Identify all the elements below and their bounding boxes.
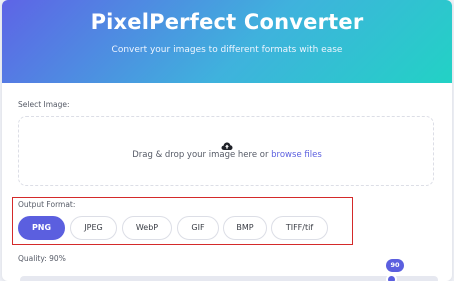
- converter-card: PixelPerfect Converter Convert your imag…: [2, 0, 452, 281]
- dropzone-text: Drag & drop your image here or browse fi…: [19, 150, 435, 160]
- format-option-tiff[interactable]: TIFF/tif: [271, 216, 328, 240]
- format-option-png[interactable]: PNG: [18, 216, 65, 240]
- header-banner: PixelPerfect Converter Convert your imag…: [2, 0, 452, 83]
- cloud-upload-icon: [19, 137, 435, 150]
- format-option-bmp[interactable]: BMP: [223, 216, 267, 240]
- format-option-jpeg[interactable]: JPEG: [70, 216, 117, 240]
- format-option-gif[interactable]: GIF: [177, 216, 219, 240]
- quality-value-bubble: 90: [386, 259, 404, 272]
- quality-label: Quality: 90%: [18, 254, 66, 263]
- drop-instruction: Drag & drop your image here or: [132, 150, 272, 160]
- browse-files-link[interactable]: browse files: [271, 150, 322, 160]
- app-title: PixelPerfect Converter: [90, 10, 364, 34]
- app-subtitle: Convert your images to different formats…: [111, 45, 343, 55]
- image-dropzone[interactable]: Drag & drop your image here or browse fi…: [18, 116, 434, 186]
- output-format-label: Output Format:: [18, 200, 76, 209]
- format-option-webp[interactable]: WebP: [122, 216, 172, 240]
- quality-slider-thumb[interactable]: [386, 274, 397, 281]
- quality-slider-track[interactable]: [20, 276, 438, 281]
- select-image-label: Select Image:: [18, 100, 70, 109]
